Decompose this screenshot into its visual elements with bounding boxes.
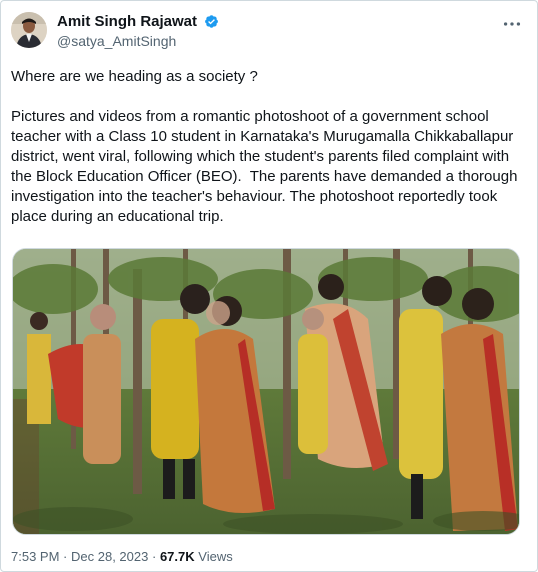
tweet-card: Amit Singh Rajawat @satya_AmitSingh Wher… — [0, 0, 538, 572]
tweet-time[interactable]: 7:53 PM — [11, 549, 59, 564]
avatar-photo — [11, 12, 47, 48]
author-handle[interactable]: @satya_AmitSingh — [57, 32, 219, 51]
tweet-media-photo[interactable] — [12, 248, 520, 535]
tweet-date[interactable]: Dec 28, 2023 — [71, 549, 148, 564]
tweet-meta: 7:53 PM · Dec 28, 2023 · 67.7K Views — [11, 548, 233, 566]
tweet-text: Where are we heading as a society ? Pict… — [11, 68, 518, 225]
views-label: Views — [198, 549, 233, 564]
tweet-header: Amit Singh Rajawat @satya_AmitSingh — [11, 11, 527, 51]
verified-badge-icon — [205, 15, 219, 28]
author-avatar[interactable] — [11, 12, 47, 48]
author-display-name[interactable]: Amit Singh Rajawat — [57, 12, 197, 31]
more-options-icon[interactable] — [501, 13, 523, 35]
meta-separator: · — [63, 549, 68, 564]
views-count: 67.7K — [159, 549, 195, 564]
meta-separator: · — [151, 549, 157, 564]
photo-content — [13, 249, 519, 534]
author-names: Amit Singh Rajawat @satya_AmitSingh — [57, 12, 219, 51]
